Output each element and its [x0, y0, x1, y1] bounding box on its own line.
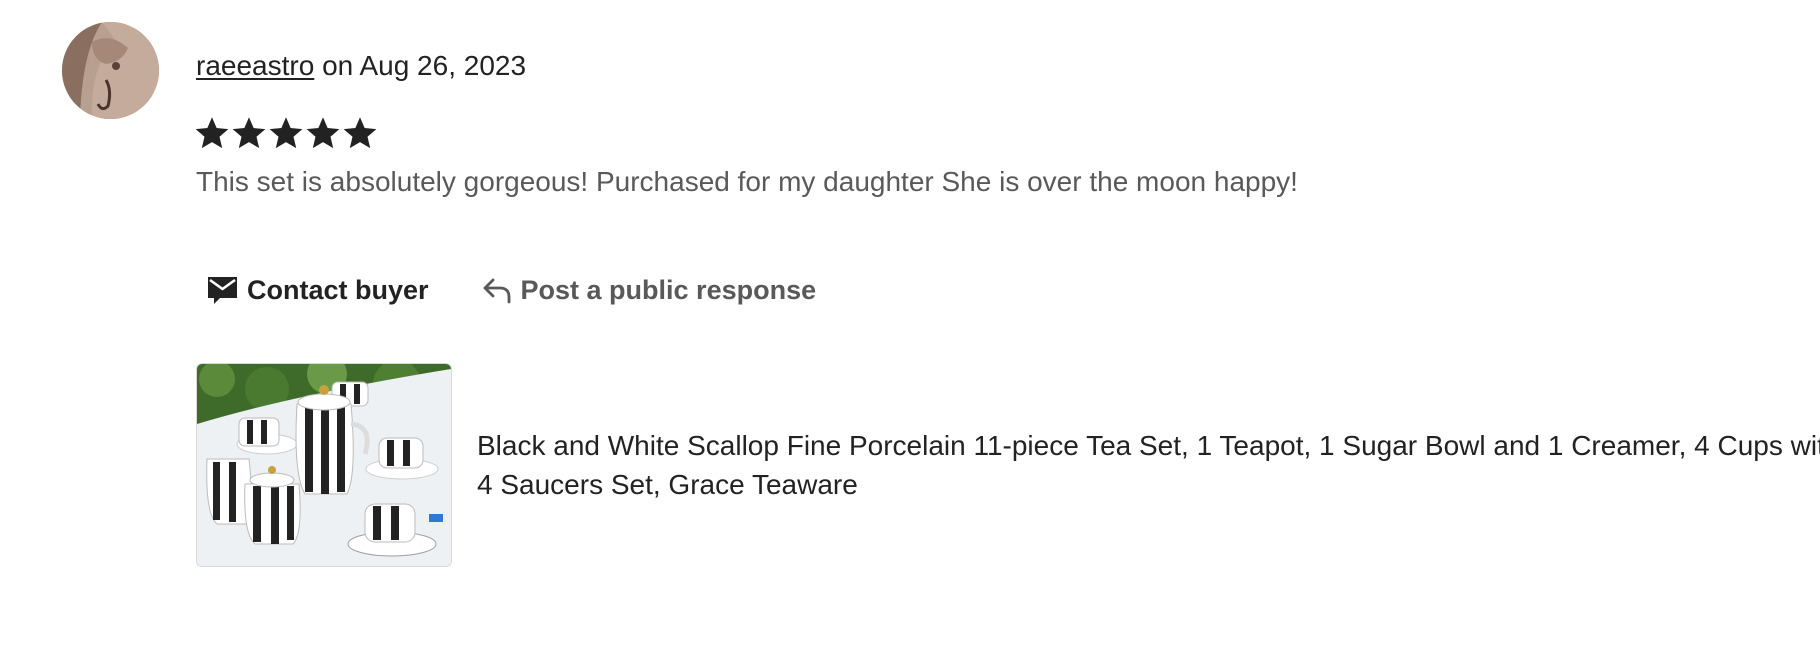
review-text: This set is absolutely gorgeous! Purchas…	[196, 166, 1298, 197]
avatar[interactable]	[62, 22, 159, 119]
post-public-response-button[interactable]: Post a public response	[481, 274, 817, 306]
contact-buyer-button[interactable]: Contact buyer	[206, 274, 429, 306]
reply-arrow-icon	[481, 275, 513, 305]
star-icon	[195, 117, 229, 149]
product-image	[197, 364, 451, 566]
review-date: on Aug 26, 2023	[314, 50, 527, 81]
reviewed-product: Black and White Scallop Fine Porcelain 1…	[196, 363, 1820, 567]
contact-buyer-label: Contact buyer	[247, 274, 429, 305]
product-thumbnail[interactable]	[196, 363, 452, 567]
envelope-icon	[206, 274, 239, 306]
avatar-image	[62, 22, 159, 119]
review-actions: Contact buyer Post a public response	[206, 268, 816, 312]
post-public-response-label: Post a public response	[520, 274, 817, 305]
review-card: raeeastro on Aug 26, 2023 This set is ab…	[0, 0, 1820, 646]
review-meta: raeeastro on Aug 26, 2023	[196, 48, 526, 84]
star-icon	[269, 117, 303, 149]
star-icon	[232, 117, 266, 149]
reviewer-username-link[interactable]: raeeastro	[196, 50, 314, 81]
star-icon	[343, 117, 377, 149]
star-rating	[194, 114, 378, 156]
star-icon	[306, 117, 340, 149]
product-title-link[interactable]: Black and White Scallop Fine Porcelain 1…	[477, 426, 1820, 504]
